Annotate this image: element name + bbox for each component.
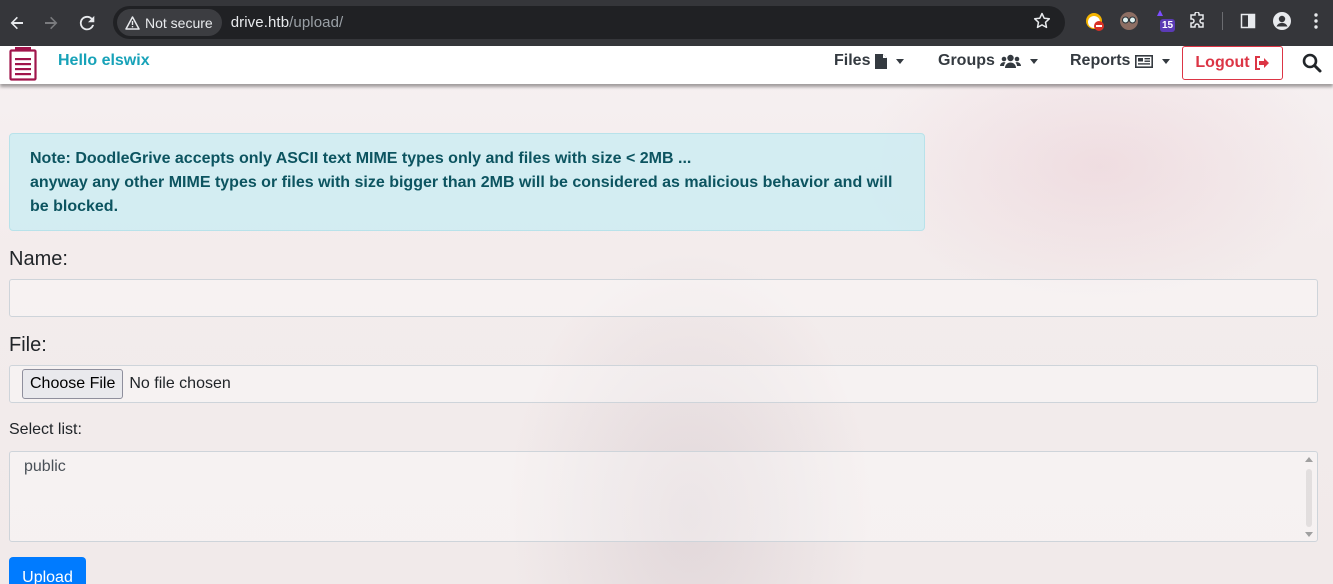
url-path: /upload/ xyxy=(289,14,344,31)
extension-counter-icon[interactable]: 15 xyxy=(1150,8,1176,34)
upload-button[interactable]: Upload xyxy=(9,557,86,584)
forward-arrow-icon xyxy=(45,16,58,30)
select-scrollbar[interactable] xyxy=(1304,455,1314,539)
extension-glasses-icon[interactable] xyxy=(1116,8,1142,34)
bookmark-star-icon[interactable] xyxy=(1033,12,1051,35)
reports-dropdown[interactable]: Reports xyxy=(1070,52,1171,70)
back-button[interactable] xyxy=(0,6,34,40)
sign-out-icon xyxy=(1254,56,1269,70)
file-icon xyxy=(875,53,888,69)
name-label: Name: xyxy=(9,248,68,270)
newspaper-icon xyxy=(1135,54,1154,68)
document-logo-icon[interactable] xyxy=(9,47,37,81)
chevron-down-icon xyxy=(896,58,905,64)
file-label: File: xyxy=(9,334,47,356)
alert-line-1: Note: DoodleGrive accepts only ASCII tex… xyxy=(30,150,692,167)
files-dropdown[interactable]: Files xyxy=(834,52,905,70)
reload-button[interactable] xyxy=(70,6,104,40)
alert-line-2: anyway any other MIME types or files wit… xyxy=(30,174,893,215)
select-option-public[interactable]: public xyxy=(24,458,66,476)
select-list[interactable]: public xyxy=(9,451,1318,542)
url-text[interactable]: drive.htb/upload/ xyxy=(231,14,344,31)
extension-icon[interactable] xyxy=(1082,8,1108,34)
security-indicator[interactable]: Not secure xyxy=(117,9,222,36)
forward-button[interactable] xyxy=(34,6,68,40)
reload-icon xyxy=(79,15,95,31)
scroll-thumb[interactable] xyxy=(1306,469,1312,527)
browser-toolbar: Not secure drive.htb/upload/ 15 xyxy=(0,0,1333,46)
warning-triangle-icon xyxy=(125,15,140,30)
reports-label: Reports xyxy=(1070,52,1131,69)
files-label: Files xyxy=(834,52,871,69)
search-icon[interactable] xyxy=(1301,52,1323,74)
address-bar[interactable]: Not secure drive.htb/upload/ xyxy=(113,6,1065,39)
scroll-down-arrow-icon[interactable] xyxy=(1305,532,1313,537)
users-icon xyxy=(999,54,1021,68)
groups-dropdown[interactable]: Groups xyxy=(938,52,1038,70)
choose-file-button[interactable]: Choose File xyxy=(22,369,124,399)
extension-badge: 15 xyxy=(1160,19,1176,32)
chevron-down-icon xyxy=(1162,58,1171,64)
greeting-text: Hello elswix xyxy=(58,52,150,69)
extensions-area: 15 xyxy=(1082,8,1329,34)
scroll-up-arrow-icon[interactable] xyxy=(1305,457,1313,462)
profile-icon[interactable] xyxy=(1269,8,1295,34)
groups-label: Groups xyxy=(938,52,995,69)
logout-label: Logout xyxy=(1195,54,1250,71)
security-label: Not secure xyxy=(145,14,213,31)
url-host: drive.htb xyxy=(230,14,290,31)
toolbar-divider xyxy=(1222,12,1223,30)
file-input[interactable]: Choose File No file chosen xyxy=(9,365,1318,403)
browser-menu-icon[interactable] xyxy=(1303,8,1329,34)
info-alert: Note: DoodleGrive accepts only ASCII tex… xyxy=(9,133,925,231)
chevron-down-icon xyxy=(1029,58,1038,64)
logout-button[interactable]: Logout xyxy=(1182,46,1283,80)
side-panel-icon[interactable] xyxy=(1235,8,1261,34)
extensions-puzzle-icon[interactable] xyxy=(1184,8,1210,34)
select-list-label: Select list: xyxy=(9,421,82,438)
name-input[interactable] xyxy=(9,279,1318,317)
site-navbar: Hello elswix Files Groups Reports Logout xyxy=(0,46,1333,84)
back-arrow-icon xyxy=(10,16,23,30)
no-file-chosen-text: No file chosen xyxy=(129,375,231,392)
